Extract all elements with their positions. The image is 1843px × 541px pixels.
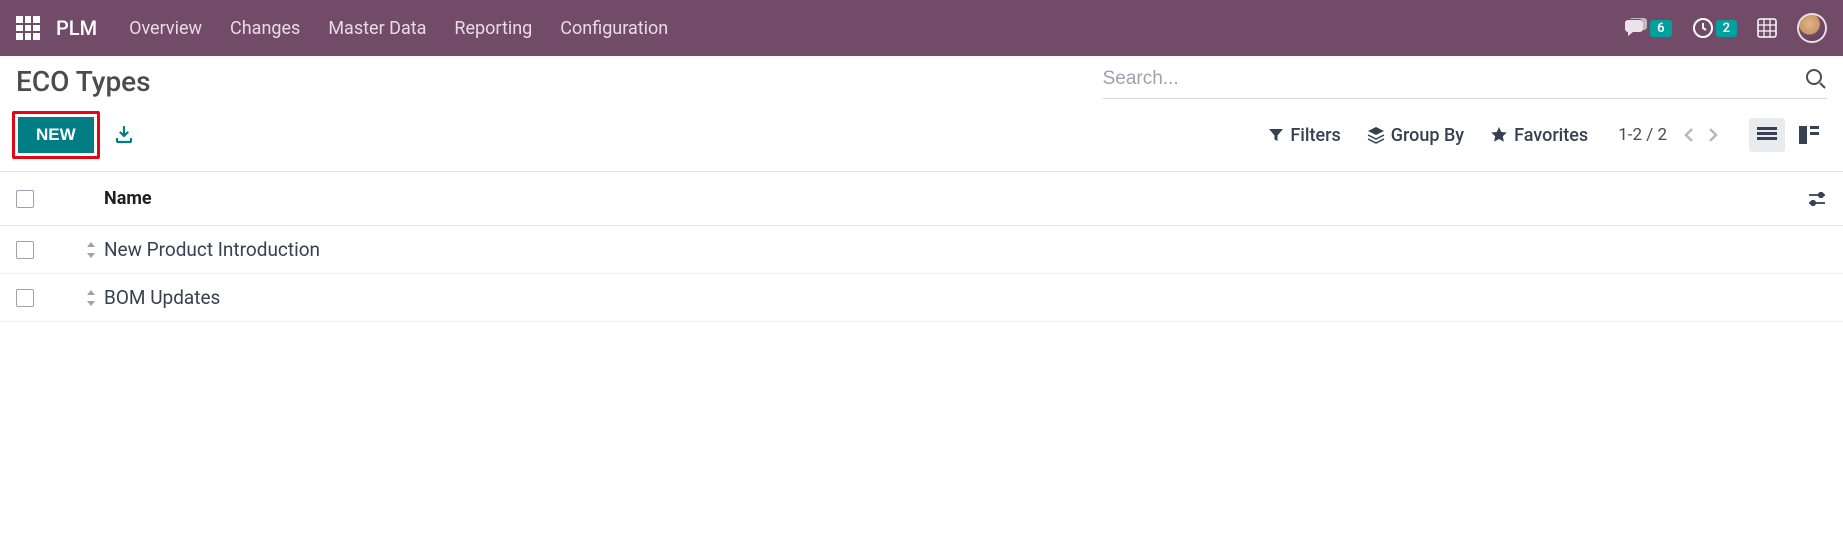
grid-menu-button[interactable] [1757,18,1777,38]
list-view-button[interactable] [1749,118,1785,152]
star-icon [1490,126,1508,144]
user-avatar[interactable] [1797,13,1827,43]
nav-overview[interactable]: Overview [129,18,202,39]
search-icon [1805,68,1827,90]
search-button[interactable] [1805,68,1827,90]
favorites-button[interactable]: Favorites [1490,125,1588,146]
list-icon [1757,127,1777,143]
view-switcher [1749,118,1827,152]
sort-icon [85,242,97,258]
row-checkbox[interactable] [16,241,34,259]
clock-icon [1692,17,1714,39]
table-row[interactable]: New Product Introduction [0,226,1843,274]
nav-reporting[interactable]: Reporting [454,18,532,39]
favorites-label: Favorites [1514,125,1588,146]
main-navbar: PLM Overview Changes Master Data Reporti… [0,0,1843,56]
table-row[interactable]: BOM Updates [0,274,1843,322]
row-checkbox[interactable] [16,289,34,307]
column-settings-button[interactable] [1807,190,1827,208]
messages-button[interactable]: 6 [1624,18,1671,38]
table-header: Name [0,172,1843,226]
kanban-view-button[interactable] [1791,118,1827,152]
row-name[interactable]: BOM Updates [104,286,1827,309]
search-area [1103,64,1827,99]
layers-icon [1367,126,1385,144]
nav-configuration[interactable]: Configuration [560,18,668,39]
drag-handle[interactable] [34,242,104,258]
chevron-left-icon [1683,126,1695,144]
nav-menu: Overview Changes Master Data Reporting C… [129,18,1624,39]
filter-icon [1268,127,1284,143]
search-input[interactable] [1103,64,1805,94]
drag-handle[interactable] [34,290,104,306]
apps-icon[interactable] [16,16,40,40]
filters-label: Filters [1290,125,1340,146]
sort-icon [85,290,97,306]
new-button-highlight: NEW [12,111,100,159]
filters-button[interactable]: Filters [1268,125,1340,146]
groupby-label: Group By [1391,125,1464,146]
sliders-icon [1807,190,1827,208]
column-header-name[interactable]: Name [104,188,1807,209]
new-button[interactable]: NEW [18,117,94,153]
activities-badge: 2 [1716,20,1737,37]
app-brand[interactable]: PLM [56,16,97,40]
activities-button[interactable]: 2 [1692,17,1737,39]
grid-icon [1757,18,1777,38]
nav-right: 6 2 [1624,13,1827,43]
pager-text[interactable]: 1-2 / 2 [1618,125,1667,145]
download-icon [114,125,134,145]
messages-badge: 6 [1650,20,1671,37]
export-button[interactable] [114,125,134,145]
row-name[interactable]: New Product Introduction [104,238,1827,261]
nav-changes[interactable]: Changes [230,18,300,39]
chat-icon [1624,18,1648,38]
nav-master-data[interactable]: Master Data [328,18,426,39]
pager-next[interactable] [1701,126,1725,144]
pager-prev[interactable] [1677,126,1701,144]
chevron-right-icon [1707,126,1719,144]
kanban-icon [1799,126,1819,144]
select-all-checkbox[interactable] [16,190,34,208]
groupby-button[interactable]: Group By [1367,125,1464,146]
page-title: ECO Types [16,65,1103,98]
control-row: ECO Types [0,56,1843,99]
toolbar: NEW Filters Group By Favorites 1-2 / 2 [0,99,1843,172]
